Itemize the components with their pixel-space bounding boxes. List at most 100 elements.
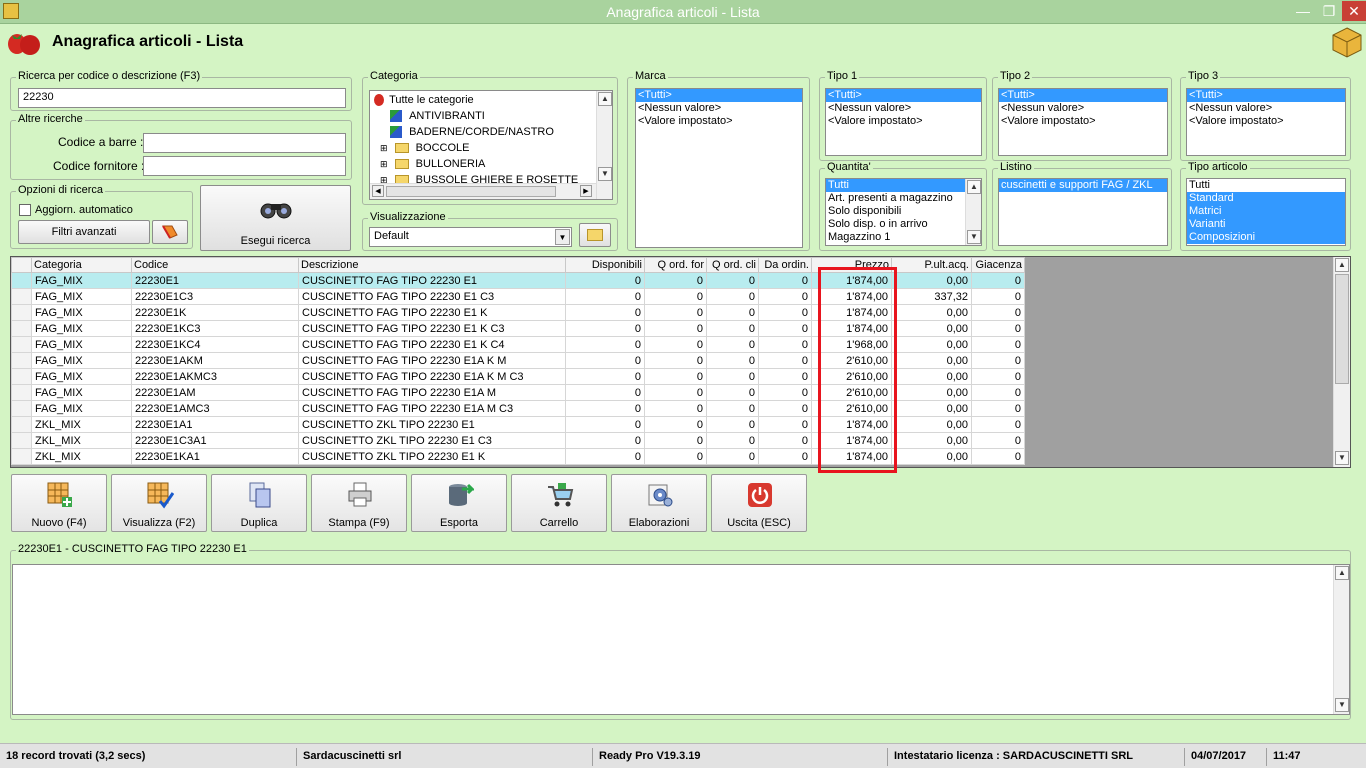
details-textarea[interactable]: ▲ ▼ xyxy=(12,564,1350,715)
type1-list[interactable]: <Tutti> <Nessun valore> <Valore impostat… xyxy=(825,88,982,156)
grid-vscroll[interactable]: ▲ ▼ xyxy=(1333,257,1350,467)
quantity-list[interactable]: Tutti Art. presenti a magazzino Solo dis… xyxy=(825,178,982,246)
list-item[interactable]: <Valore impostato> xyxy=(999,115,1167,128)
row-header[interactable] xyxy=(11,384,32,401)
scroll-up-arrow[interactable]: ▲ xyxy=(1335,566,1349,580)
row-header[interactable] xyxy=(11,400,32,417)
row-header[interactable] xyxy=(11,304,32,321)
list-item[interactable]: Standard xyxy=(1187,192,1345,205)
list-item[interactable]: <Tutti> xyxy=(636,89,802,102)
article-type-list[interactable]: Tutti Standard Matrici Varianti Composiz… xyxy=(1186,178,1346,246)
barcode-field[interactable] xyxy=(143,133,346,153)
list-item[interactable]: Art. presenti a magazzino xyxy=(826,192,981,205)
column-header[interactable]: Disponibili xyxy=(565,257,645,273)
auto-update-checkbox[interactable] xyxy=(19,204,31,216)
minimize-button[interactable]: — xyxy=(1290,1,1316,21)
list-item[interactable]: <Valore impostato> xyxy=(1187,115,1345,128)
row-header[interactable] xyxy=(11,352,32,369)
category-hscroll[interactable]: ◀ ▶ xyxy=(370,183,596,199)
list-item[interactable]: <Valore impostato> xyxy=(826,115,981,128)
scroll-up-arrow[interactable]: ▲ xyxy=(598,92,612,106)
scroll-thumb[interactable] xyxy=(1335,274,1349,384)
row-header[interactable] xyxy=(11,432,32,449)
row-header[interactable] xyxy=(11,368,32,385)
price-list[interactable]: cuscinetti e supporti FAG / ZKL xyxy=(998,178,1168,246)
row-header[interactable] xyxy=(11,336,32,353)
scroll-left-arrow[interactable]: ◀ xyxy=(372,185,384,197)
list-item[interactable]: Magazzino 1 xyxy=(826,231,981,244)
chevron-down-icon[interactable]: ▼ xyxy=(555,229,570,245)
list-item[interactable]: cuscinetti e supporti FAG / ZKL xyxy=(999,179,1167,192)
category-item[interactable]: ⊞ BOCCOLE xyxy=(380,142,469,154)
articles-grid[interactable]: Categoria Codice Descrizione Disponibili… xyxy=(10,256,1351,468)
type3-list[interactable]: <Tutti> <Nessun valore> <Valore impostat… xyxy=(1186,88,1346,156)
column-header[interactable]: Codice xyxy=(131,257,299,273)
search-input[interactable]: 22230 xyxy=(18,88,346,108)
expand-icon[interactable]: ⊞ xyxy=(380,143,388,153)
category-item[interactable]: ANTIVIBRANTI xyxy=(390,110,485,123)
row-header[interactable] xyxy=(11,320,32,337)
nuovo-button[interactable]: Nuovo (F4) xyxy=(11,474,107,532)
elaborazioni-button[interactable]: Elaborazioni xyxy=(611,474,707,532)
duplica-button[interactable]: Duplica xyxy=(211,474,307,532)
scroll-up-arrow[interactable]: ▲ xyxy=(1335,258,1349,272)
list-item[interactable]: <Valore impostato> xyxy=(636,115,802,128)
filter-edit-button[interactable] xyxy=(152,220,188,244)
scroll-thumb[interactable] xyxy=(386,186,556,197)
list-item[interactable]: <Tutti> xyxy=(1187,89,1345,102)
category-item[interactable]: BADERNE/CORDE/NASTRO xyxy=(390,126,554,139)
expand-icon[interactable]: ⊞ xyxy=(380,175,388,183)
list-item[interactable]: Matrici xyxy=(1187,205,1345,218)
list-item[interactable]: Tutti xyxy=(1187,179,1345,192)
advanced-filters-button[interactable]: Filtri avanzati xyxy=(18,220,150,244)
list-item[interactable]: <Nessun valore> xyxy=(1187,102,1345,115)
scroll-down-arrow[interactable]: ▼ xyxy=(1335,451,1349,465)
list-item[interactable]: <Nessun valore> xyxy=(826,102,981,115)
row-header[interactable] xyxy=(11,448,32,465)
details-vscroll[interactable]: ▲ ▼ xyxy=(1333,565,1349,714)
column-header[interactable]: Q ord. for xyxy=(644,257,707,273)
list-item[interactable]: Composizioni xyxy=(1187,231,1345,244)
scroll-down-arrow[interactable]: ▼ xyxy=(967,230,981,244)
list-item[interactable]: <Tutti> xyxy=(826,89,981,102)
column-header[interactable]: Categoria xyxy=(31,257,132,273)
column-header[interactable]: Giacenza xyxy=(971,257,1025,273)
scroll-up-arrow[interactable]: ▲ xyxy=(967,180,981,194)
esporta-button[interactable]: Esporta xyxy=(411,474,507,532)
column-header[interactable]: Q ord. cli xyxy=(706,257,759,273)
restore-button[interactable]: ❐ xyxy=(1316,1,1342,21)
row-header[interactable] xyxy=(11,272,32,289)
row-header[interactable] xyxy=(11,416,32,433)
list-item[interactable]: Solo disponibili xyxy=(826,205,981,218)
run-search-button[interactable]: Esegui ricerca xyxy=(200,185,351,251)
stampa-button[interactable]: Stampa (F9) xyxy=(311,474,407,532)
uscita-button[interactable]: Uscita (ESC) xyxy=(711,474,807,532)
category-item[interactable]: ⊞ BUSSOLE GHIERE E ROSETTE xyxy=(380,174,578,183)
list-item[interactable]: <Nessun valore> xyxy=(999,102,1167,115)
type2-list[interactable]: <Tutti> <Nessun valore> <Valore impostat… xyxy=(998,88,1168,156)
scroll-down-arrow[interactable]: ▼ xyxy=(1335,698,1349,712)
list-item[interactable]: Solo disp. o in arrivo xyxy=(826,218,981,231)
row-header[interactable] xyxy=(11,288,32,305)
list-item[interactable]: Tutti xyxy=(826,179,981,192)
list-item[interactable]: Varianti xyxy=(1187,218,1345,231)
category-vscroll[interactable]: ▲ ▼ xyxy=(596,91,612,199)
column-header[interactable]: P.ult.acq. xyxy=(891,257,972,273)
supplier-code-field[interactable] xyxy=(143,156,346,176)
expand-icon[interactable]: ⊞ xyxy=(380,159,388,169)
column-header[interactable]: Da ordin. xyxy=(758,257,812,273)
column-header[interactable]: Descrizione xyxy=(298,257,566,273)
category-tree[interactable]: Tutte le categorie ANTIVIBRANTI BADERNE/… xyxy=(369,90,613,200)
quantity-vscroll[interactable]: ▲ ▼ xyxy=(965,179,981,245)
brand-list[interactable]: <Tutti> <Nessun valore> <Valore impostat… xyxy=(635,88,803,248)
category-root[interactable]: Tutte le categorie xyxy=(374,94,474,107)
visualizza-button[interactable]: Visualizza (F2) xyxy=(111,474,207,532)
scroll-down-arrow[interactable]: ▼ xyxy=(598,167,612,181)
close-button[interactable]: ✕ xyxy=(1342,1,1366,21)
folder-button[interactable] xyxy=(579,223,611,247)
scroll-right-arrow[interactable]: ▶ xyxy=(580,185,592,197)
list-item[interactable]: <Nessun valore> xyxy=(636,102,802,115)
carrello-button[interactable]: Carrello xyxy=(511,474,607,532)
view-select[interactable]: Default ▼ xyxy=(369,227,572,247)
category-item[interactable]: ⊞ BULLONERIA xyxy=(380,158,485,170)
